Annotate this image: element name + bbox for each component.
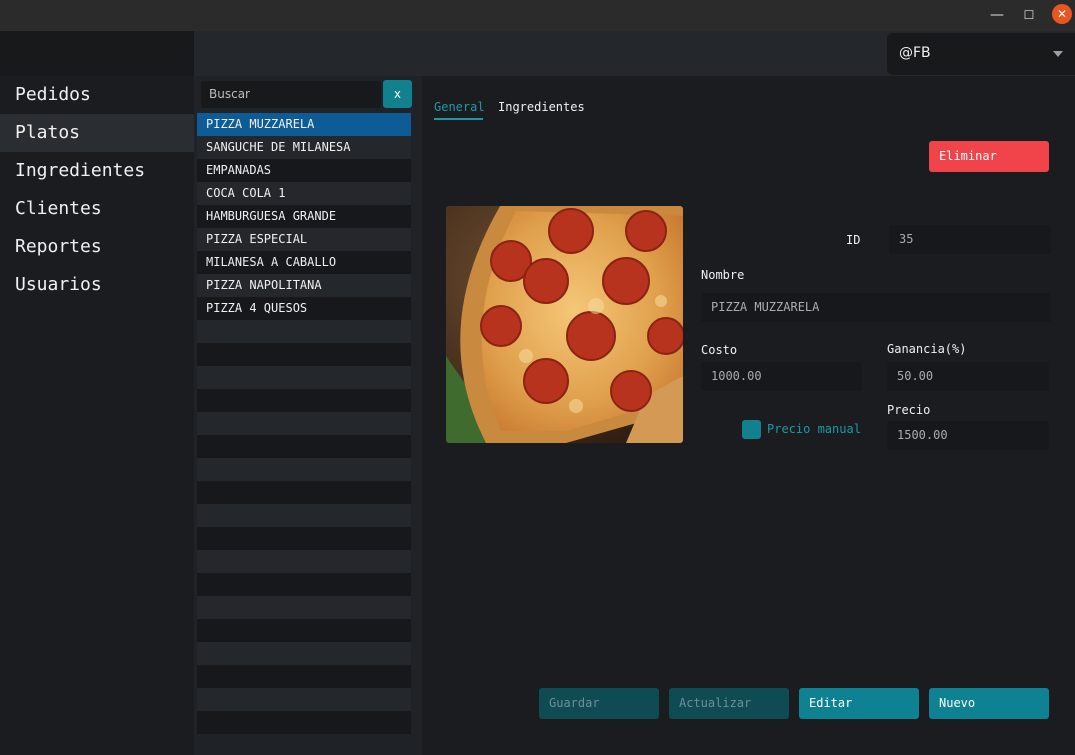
minimize-icon[interactable]: — <box>986 4 1008 26</box>
id-label: ID <box>846 233 861 247</box>
list-item[interactable]: PIZZA MUZZARELA <box>197 113 411 136</box>
sidebar-item-clientes[interactable]: Clientes <box>0 190 194 228</box>
empty-list-row <box>197 435 411 458</box>
empty-list-row <box>197 343 411 366</box>
empty-list-row <box>197 412 411 435</box>
empty-list-row <box>197 642 411 665</box>
empty-list-row <box>197 550 411 573</box>
maximize-icon[interactable]: ☐ <box>1018 4 1040 26</box>
list-item[interactable]: EMPANADAS <box>197 159 411 182</box>
empty-list-row <box>197 481 411 504</box>
name-field[interactable]: PIZZA MUZZARELA <box>701 293 1051 322</box>
empty-list-row <box>197 320 411 343</box>
list-item[interactable]: HAMBURGUESA GRANDE <box>197 205 411 228</box>
price-label: Precio <box>887 403 931 417</box>
list-item[interactable]: PIZZA ESPECIAL <box>197 228 411 251</box>
tab-general[interactable]: General <box>434 100 485 120</box>
empty-list-row <box>197 688 411 711</box>
manual-price-checkbox[interactable] <box>742 420 761 439</box>
empty-list-row <box>197 711 411 734</box>
margin-field[interactable]: 50.00 <box>887 362 1049 391</box>
user-dropdown[interactable]: @FB <box>887 33 1075 75</box>
sidebar-header <box>0 31 194 76</box>
cost-label: Costo <box>701 343 738 357</box>
empty-list-row <box>197 504 411 527</box>
sidebar-item-reportes[interactable]: Reportes <box>0 228 194 266</box>
sidebar-item-pedidos[interactable]: Pedidos <box>0 76 194 114</box>
chevron-down-icon <box>1053 51 1063 57</box>
search-input[interactable]: Buscar <box>201 81 381 108</box>
empty-list-row <box>197 665 411 688</box>
empty-list-row <box>197 527 411 550</box>
user-dropdown-value: @FB <box>899 45 931 61</box>
tab-ingredientes[interactable]: Ingredientes <box>498 100 585 120</box>
price-field[interactable]: 1500.00 <box>887 421 1049 450</box>
dish-list: PIZZA MUZZARELA SANGUCHE DE MILANESA EMPAN… <box>197 113 411 734</box>
sidebar-item-usuarios[interactable]: Usuarios <box>0 266 194 304</box>
update-button[interactable]: Actualizar <box>669 688 789 719</box>
empty-list-row <box>197 573 411 596</box>
edit-button[interactable]: Editar <box>799 688 919 719</box>
empty-list-row <box>197 458 411 481</box>
sidebar-item-ingredientes[interactable]: Ingredientes <box>0 152 194 190</box>
list-item[interactable]: PIZZA 4 QUESOS <box>197 297 411 320</box>
list-item[interactable]: COCA COLA 1 <box>197 182 411 205</box>
manual-price-label[interactable]: Precio manual <box>767 422 861 436</box>
empty-list-row <box>197 366 411 389</box>
clear-search-button[interactable]: x <box>383 80 412 108</box>
close-icon[interactable]: ✕ <box>1052 4 1072 24</box>
empty-list-row <box>197 596 411 619</box>
delete-button[interactable]: Eliminar <box>929 141 1049 172</box>
empty-list-row <box>197 619 411 642</box>
margin-label: Ganancia(%) <box>887 342 967 356</box>
save-button[interactable]: Guardar <box>539 688 659 719</box>
sidebar-item-platos[interactable]: Platos <box>0 114 194 152</box>
list-item[interactable]: PIZZA NAPOLITANA <box>197 274 411 297</box>
empty-list-row <box>197 389 411 412</box>
list-item[interactable]: MILANESA A CABALLO <box>197 251 411 274</box>
cost-field[interactable]: 1000.00 <box>701 362 862 391</box>
name-label: Nombre <box>701 268 745 282</box>
window-titlebar: — ☐ ✕ <box>0 0 1075 31</box>
new-button[interactable]: Nuevo <box>929 688 1049 719</box>
id-field[interactable]: 35 <box>889 225 1051 254</box>
list-item[interactable]: SANGUCHE DE MILANESA <box>197 136 411 159</box>
dish-photo <box>446 206 683 443</box>
